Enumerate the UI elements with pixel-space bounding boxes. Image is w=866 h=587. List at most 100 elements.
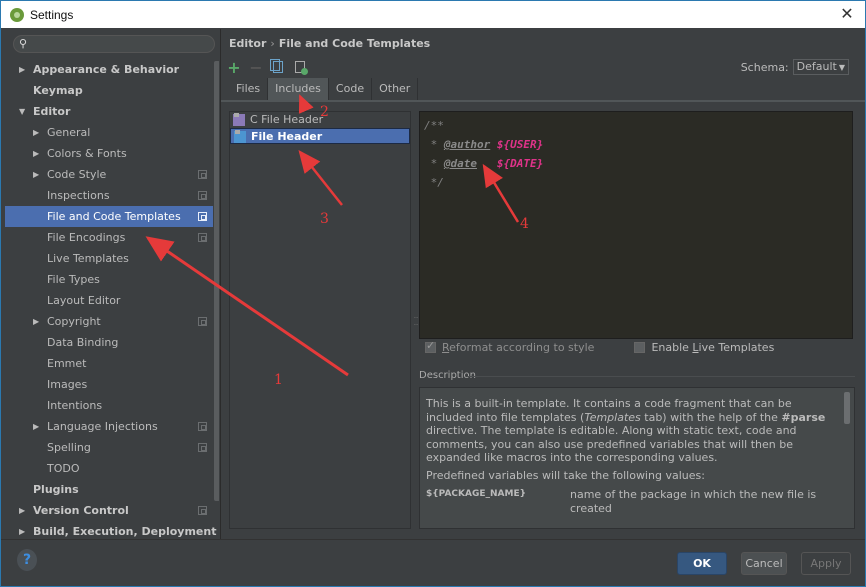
sidebar-item-todo[interactable]: TODO [5, 458, 213, 479]
collapsed-arrow-icon[interactable]: ▶ [33, 416, 39, 437]
collapsed-arrow-icon[interactable]: ▶ [33, 311, 39, 332]
sidebar-item-label: File and Code Templates [47, 210, 181, 223]
tab-other[interactable]: Other [372, 78, 419, 100]
schema-dropdown[interactable]: Default ▼ [792, 59, 849, 75]
apply-button[interactable]: Apply [801, 552, 851, 575]
tabs-underline [221, 100, 865, 102]
sidebar-item-images[interactable]: Images [5, 374, 213, 395]
reformat-checkbox[interactable]: Reformat according to style [425, 339, 595, 354]
project-scope-icon [198, 191, 207, 200]
project-scope-icon [198, 443, 207, 452]
help-button[interactable]: ? [17, 549, 37, 571]
collapsed-arrow-icon[interactable]: ▶ [19, 500, 25, 521]
title-bar: Settings ✕ [1, 1, 865, 28]
collapsed-arrow-icon[interactable]: ▶ [19, 521, 25, 539]
collapsed-arrow-icon[interactable]: ▶ [33, 122, 39, 143]
description-separator [467, 376, 855, 377]
minus-icon: − [249, 57, 263, 77]
sidebar-item-build-execution-deployment[interactable]: ▶ Build, Execution, Deployment [5, 521, 217, 539]
sidebar-item-label: Copyright [47, 315, 101, 328]
schema-label: Schema: [740, 60, 789, 74]
sidebar-item-file-types[interactable]: File Types [5, 269, 213, 290]
settings-search-input[interactable]: ⚲ [13, 35, 215, 53]
collapsed-arrow-icon[interactable]: ▶ [33, 143, 39, 164]
cancel-button[interactable]: Cancel [741, 552, 787, 575]
variable-description: name of the package in which the new fil… [570, 488, 817, 515]
settings-sidebar: ⚲ ▶ Appearance & Behavior Keymap ▼ Editor ▶ Ge… [5, 29, 219, 539]
sidebar-item-label: Plugins [33, 483, 79, 496]
sidebar-item-plugins[interactable]: Plugins [5, 479, 213, 500]
close-button[interactable]: ✕ [837, 4, 857, 24]
code-line: * @author ${USER} [424, 135, 848, 154]
sidebar-item-file-and-code-templates[interactable]: File and Code Templates [5, 206, 213, 227]
sidebar-item-code-style[interactable]: ▶ Code Style [5, 164, 213, 185]
project-scope-icon [198, 233, 207, 242]
sidebar-item-live-templates[interactable]: Live Templates [5, 248, 213, 269]
template-item-label: C File Header [250, 113, 324, 126]
project-scope-icon [198, 212, 207, 221]
checkbox-unchecked-icon [634, 342, 646, 353]
sidebar-item-appearance-behavior[interactable]: ▶ Appearance & Behavior [5, 59, 213, 80]
search-icon: ⚲ [19, 37, 28, 50]
sidebar-item-label: Appearance & Behavior [33, 63, 180, 76]
variable-row: ${PACKAGE_NAME} name of the package in w… [426, 488, 838, 515]
tab-code[interactable]: Code [328, 78, 373, 100]
sidebar-item-colors-fonts[interactable]: ▶ Colors & Fonts [5, 143, 213, 164]
code-text: * [424, 157, 444, 170]
sidebar-scrollbar[interactable] [214, 61, 219, 501]
template-item-file-header[interactable]: File Header [230, 128, 410, 144]
sidebar-item-label: Language Injections [47, 420, 158, 433]
sidebar-item-spelling[interactable]: Spelling [5, 437, 213, 458]
remove-template-button[interactable]: − [247, 57, 265, 77]
variable-name: ${PACKAGE_NAME} [426, 489, 526, 499]
sidebar-item-inspections[interactable]: Inspections [5, 185, 213, 206]
sidebar-item-editor[interactable]: ▼ Editor [5, 101, 213, 122]
schema-selector: Schema: Default ▼ [741, 59, 849, 75]
sidebar-item-label: Inspections [47, 189, 110, 202]
schema-value: Default [796, 60, 837, 73]
template-options: Reformat according to style Enable Live … [425, 339, 774, 354]
settings-dialog: Settings ✕ ⚲ ▶ Appearance & Behavior Keyma… [0, 0, 866, 587]
code-line: /** [424, 116, 848, 135]
sidebar-item-general[interactable]: ▶ General [5, 122, 213, 143]
settings-tree: ▶ Appearance & Behavior Keymap ▼ Editor ▶ Gene… [5, 59, 217, 539]
sidebar-item-copyright[interactable]: ▶ Copyright [5, 311, 213, 332]
javadoc-tag: @date [443, 157, 477, 170]
template-item-label: File Header [251, 130, 323, 143]
window-title: Settings [30, 7, 74, 22]
breadcrumb-parent: Editor [229, 37, 267, 50]
checkbox-checked-icon [425, 339, 436, 353]
template-code-editor[interactable]: /** * @author ${USER} * @date ${DATE} */ [419, 111, 853, 339]
sidebar-item-data-binding[interactable]: Data Binding [5, 332, 213, 353]
expanded-arrow-icon[interactable]: ▼ [19, 101, 25, 122]
sidebar-item-label: Spelling [47, 441, 91, 454]
java-file-icon [234, 130, 246, 143]
tab-includes[interactable]: Includes [268, 78, 329, 100]
sidebar-item-version-control[interactable]: ▶ Version Control [5, 500, 213, 521]
copy-template-button[interactable] [269, 58, 287, 76]
tab-files[interactable]: Files [229, 78, 269, 100]
template-list: C File Header File Header [229, 111, 411, 529]
collapsed-arrow-icon[interactable]: ▶ [19, 59, 25, 80]
enable-live-templates-checkbox[interactable]: Enable Live Templates [634, 341, 774, 354]
sidebar-item-keymap[interactable]: Keymap [5, 80, 213, 101]
sidebar-item-label: Live Templates [47, 252, 129, 265]
add-template-button[interactable]: + [225, 58, 243, 77]
template-tabs: Files Includes Code Other [229, 78, 419, 100]
ok-button[interactable]: OK [677, 552, 727, 575]
reformat-label: Reformat according to style [442, 341, 595, 354]
sidebar-item-label: Editor [33, 105, 71, 118]
reset-template-button[interactable] [291, 58, 309, 76]
sidebar-item-language-injections[interactable]: ▶ Language Injections [5, 416, 213, 437]
sidebar-item-label: Build, Execution, Deployment [33, 525, 217, 538]
description-scrollbar[interactable] [844, 392, 850, 424]
sidebar-item-intentions[interactable]: Intentions [5, 395, 213, 416]
sidebar-item-layout-editor[interactable]: Layout Editor [5, 290, 213, 311]
sidebar-item-emmet[interactable]: Emmet [5, 353, 213, 374]
collapsed-arrow-icon[interactable]: ▶ [33, 164, 39, 185]
sidebar-item-file-encodings[interactable]: File Encodings [5, 227, 213, 248]
project-scope-icon [198, 422, 207, 431]
project-scope-icon [198, 317, 207, 326]
annotation-label-1: 1 [274, 372, 283, 388]
